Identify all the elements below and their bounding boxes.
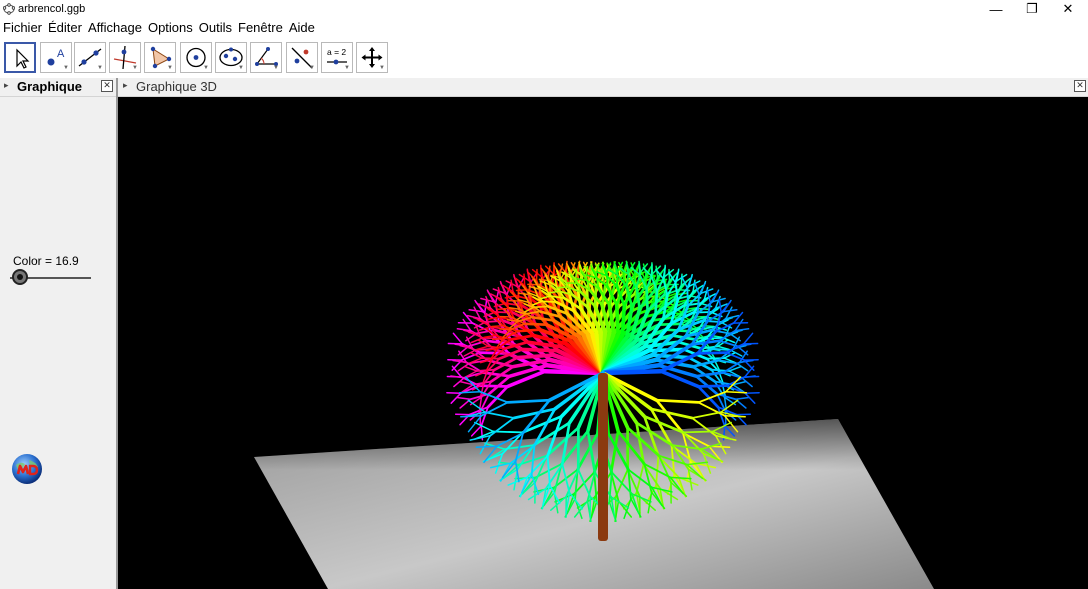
graphics-view-header: ▸ Graphique ✕ bbox=[0, 78, 116, 97]
close-graphics-3d-view-button[interactable]: ✕ bbox=[1074, 80, 1086, 92]
minimize-icon: — bbox=[989, 1, 1003, 17]
point-tool-button[interactable]: A ▼ bbox=[40, 42, 72, 73]
graphics-3d-view[interactable] bbox=[118, 97, 1088, 589]
menu-options[interactable]: Options bbox=[145, 18, 196, 35]
title-bar: arbrencol.ggb — ❐ ✕ bbox=[0, 0, 1088, 18]
3d-scene[interactable] bbox=[118, 97, 1088, 589]
dropdown-arrow-icon: ▼ bbox=[63, 65, 69, 71]
window-title: arbrencol.ggb bbox=[18, 3, 86, 15]
dropdown-arrow-icon: ▼ bbox=[309, 65, 315, 71]
graphics-3d-view-header: ▸ Graphique 3D ✕ bbox=[118, 78, 1088, 97]
restore-button[interactable]: ❐ bbox=[1014, 0, 1050, 18]
move-tool-button[interactable] bbox=[4, 42, 36, 73]
expand-arrow-icon[interactable]: ▸ bbox=[4, 80, 9, 91]
polygon-tool-button[interactable]: ▼ bbox=[144, 42, 176, 73]
dropdown-arrow-icon: ▼ bbox=[273, 65, 279, 71]
line-tool-button[interactable]: ▼ bbox=[74, 42, 106, 73]
dropdown-arrow-icon: ▼ bbox=[203, 65, 209, 71]
slider-tool-text: a = 2 bbox=[327, 47, 346, 57]
ellipse-tool-button[interactable]: ▼ bbox=[215, 42, 247, 73]
menu-affichage[interactable]: Affichage bbox=[85, 18, 145, 35]
move-view-tool-button[interactable]: ▼ bbox=[356, 42, 388, 73]
menu-bar: Fichier Éditer Affichage Options Outils Fenêt… bbox=[0, 18, 1088, 39]
graphics-view[interactable] bbox=[0, 97, 116, 589]
svg-text:A: A bbox=[57, 48, 65, 60]
tree-trunk bbox=[598, 373, 608, 541]
close-graphics-view-button[interactable]: ✕ bbox=[101, 80, 113, 92]
angle-tool-button[interactable]: ▼ bbox=[250, 42, 282, 73]
restore-icon: ❐ bbox=[1026, 1, 1038, 16]
dropdown-arrow-icon: ▼ bbox=[379, 65, 385, 71]
dropdown-arrow-icon: ▼ bbox=[238, 65, 244, 71]
menu-fichier[interactable]: Fichier bbox=[0, 18, 45, 35]
perpendicular-line-tool-button[interactable]: ▼ bbox=[109, 42, 141, 73]
close-window-button[interactable]: ✕ bbox=[1050, 0, 1086, 18]
menu-editer[interactable]: Éditer bbox=[45, 18, 85, 35]
minimize-button[interactable]: — bbox=[978, 0, 1014, 18]
color-slider-label: Color = 16.9 bbox=[13, 254, 79, 268]
dropdown-arrow-icon: ▼ bbox=[97, 65, 103, 71]
globe-logo-icon bbox=[12, 454, 42, 484]
color-slider-knob[interactable] bbox=[12, 269, 28, 285]
slider-tool-button[interactable]: a = 2 ▼ bbox=[321, 42, 353, 73]
dropdown-arrow-icon: ▼ bbox=[344, 65, 350, 71]
move-tool-icon bbox=[16, 48, 30, 69]
menu-aide[interactable]: Aide bbox=[286, 18, 318, 35]
menu-outils[interactable]: Outils bbox=[196, 18, 235, 35]
graphics-view-title: Graphique bbox=[17, 79, 83, 94]
graphics-3d-view-title: Graphique 3D bbox=[136, 79, 217, 94]
circle-tool-button[interactable]: ▼ bbox=[180, 42, 212, 73]
geogebra-app-icon bbox=[3, 3, 15, 15]
menu-fenetre[interactable]: Fenêtre bbox=[235, 18, 286, 35]
dropdown-arrow-icon: ▼ bbox=[167, 65, 173, 71]
expand-arrow-icon[interactable]: ▸ bbox=[123, 80, 128, 91]
reflect-tool-button[interactable]: ▼ bbox=[286, 42, 318, 73]
dropdown-arrow-icon: ▼ bbox=[132, 65, 138, 71]
close-icon: ✕ bbox=[1062, 1, 1074, 16]
toolbar: A ▼ ▼ ▼ ▼ ▼ ▼ ▼ ▼ a = 2 ▼ ▼ bbox=[0, 38, 1088, 107]
